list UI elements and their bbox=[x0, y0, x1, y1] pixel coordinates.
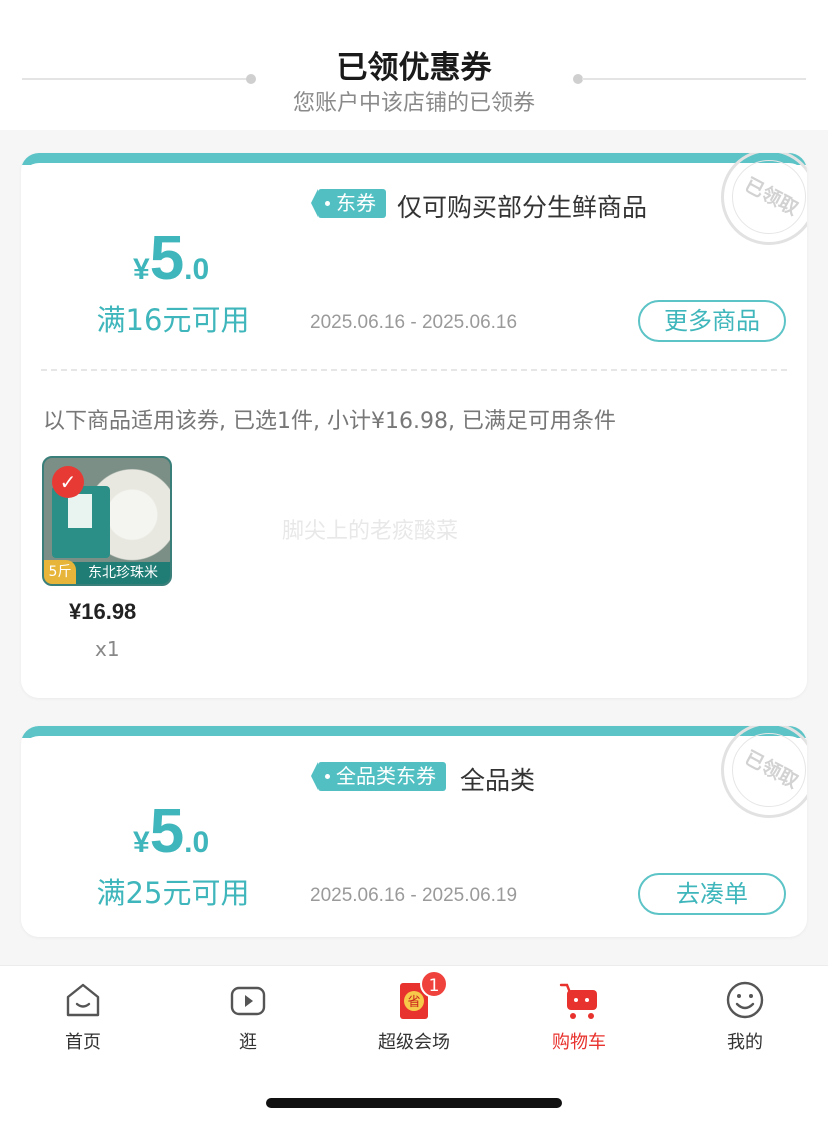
tab-label: 首页 bbox=[65, 1032, 101, 1053]
more-products-button[interactable]: 更多商品 bbox=[638, 300, 786, 342]
weight-badge: 5斤 bbox=[44, 560, 76, 584]
coupon-type-tag: 东券 bbox=[311, 189, 386, 218]
tab-label: 超级会场 bbox=[378, 1032, 450, 1053]
tab-profile[interactable]: 我的 bbox=[685, 976, 805, 1056]
coupon-amount: ¥5.0 bbox=[133, 224, 210, 293]
tab-cart[interactable]: 购物车 bbox=[519, 976, 639, 1056]
home-icon bbox=[66, 983, 100, 1017]
coupon-threshold: 满25元可用 bbox=[96, 876, 250, 910]
dashed-divider bbox=[41, 369, 787, 371]
selected-check-icon[interactable]: ✓ bbox=[52, 466, 84, 498]
video-play-icon bbox=[230, 986, 266, 1016]
home-indicator bbox=[266, 1098, 562, 1108]
coupon-description: 全品类 bbox=[460, 766, 536, 795]
notification-badge: 1 bbox=[420, 970, 448, 998]
tab-super-venue[interactable]: 省 1 超级会场 bbox=[354, 970, 474, 1056]
add-more-button[interactable]: 去凑单 bbox=[638, 873, 786, 915]
product-thumbnail[interactable]: 东北珍珠米 5斤 ✓ bbox=[42, 456, 172, 586]
tab-browse[interactable]: 逛 bbox=[188, 976, 308, 1056]
coupon-card: ¥5.0 满16元可用 东券 仅可购买部分生鲜商品 2025.06.16 - 2… bbox=[21, 153, 807, 698]
applies-summary: 以下商品适用该券, 已选1件, 小计¥16.98, 已满足可用条件 bbox=[43, 409, 616, 434]
tag-dot bbox=[325, 774, 330, 779]
claimed-stamp-icon: 已领取 bbox=[721, 153, 807, 245]
coupon-type-tag: 全品类东券 bbox=[311, 762, 446, 791]
header: 已领优惠券 您账户中该店铺的已领券 bbox=[0, 0, 828, 130]
tab-label: 逛 bbox=[239, 1032, 257, 1053]
watermark: 脚尖上的老痰酸菜 bbox=[282, 519, 459, 544]
tab-home[interactable]: 首页 bbox=[23, 976, 143, 1056]
coupon-card-body: ¥5.0 满25元可用 全品类东券 全品类 2025.06.16 - 2025.… bbox=[21, 726, 807, 937]
svg-text:省: 省 bbox=[407, 995, 420, 1010]
coupon-card-body: ¥5.0 满16元可用 东券 仅可购买部分生鲜商品 2025.06.16 - 2… bbox=[21, 153, 807, 698]
product-price: ¥16.98 bbox=[69, 599, 137, 624]
smiley-face-icon bbox=[726, 981, 764, 1019]
page-title: 已领优惠券 bbox=[336, 50, 492, 86]
tag-dot bbox=[325, 201, 330, 206]
page-subtitle: 您账户中该店铺的已领券 bbox=[292, 91, 535, 116]
shopping-cart-icon bbox=[559, 983, 597, 1019]
coupon-threshold: 满16元可用 bbox=[96, 303, 250, 337]
claimed-stamp-icon: 已领取 bbox=[721, 726, 807, 818]
coupon-amount: ¥5.0 bbox=[133, 797, 210, 866]
coupon-date-range: 2025.06.16 - 2025.06.19 bbox=[310, 885, 518, 906]
coupon-description: 仅可购买部分生鲜商品 bbox=[397, 193, 648, 222]
coupon-card: ¥5.0 满25元可用 全品类东券 全品类 2025.06.16 - 2025.… bbox=[21, 726, 807, 937]
coupon-date-range: 2025.06.16 - 2025.06.16 bbox=[310, 312, 518, 333]
tab-label: 购物车 bbox=[552, 1032, 606, 1053]
tab-label: 我的 bbox=[727, 1032, 763, 1053]
product-quantity: x1 bbox=[95, 637, 120, 661]
